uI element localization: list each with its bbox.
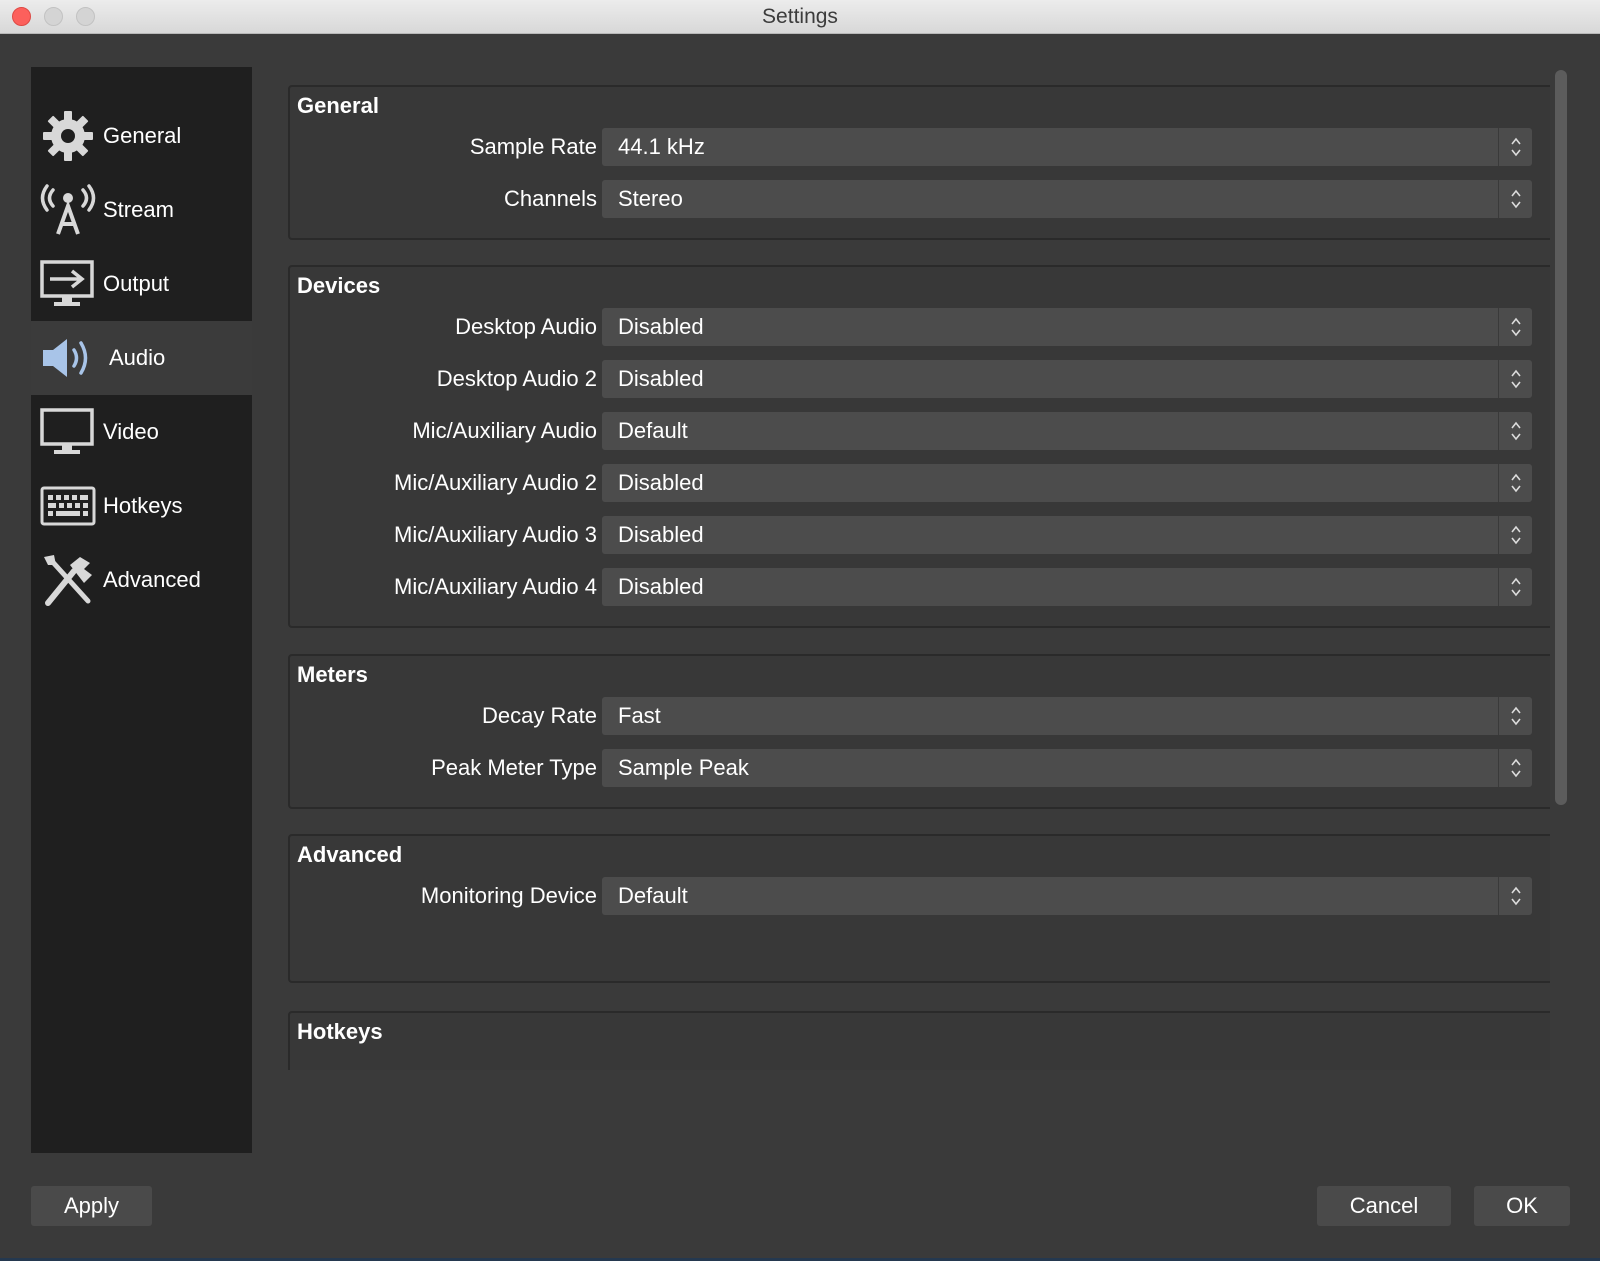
updown-chevron-icon [1498, 464, 1532, 502]
sample-rate-value: 44.1 kHz [618, 134, 705, 159]
speaker-icon [40, 330, 96, 386]
mic-aux-audio-4-value: Disabled [618, 574, 704, 599]
gear-icon [40, 108, 96, 164]
hotkeys-group: Hotkeys [288, 1011, 1550, 1070]
monitor-icon [40, 404, 96, 460]
updown-chevron-icon [1498, 360, 1532, 398]
sample-rate-select[interactable]: 44.1 kHz [602, 128, 1532, 166]
devices-group: Devices Desktop Audio Disabled Desktop A… [288, 265, 1550, 628]
vertical-scrollbar[interactable] [1553, 70, 1569, 805]
keyboard-icon [40, 478, 96, 534]
mic-aux-audio-3-select[interactable]: Disabled [602, 516, 1532, 554]
peak-meter-type-label: Peak Meter Type [431, 755, 597, 780]
sidebar-item-video[interactable]: Video [31, 395, 252, 469]
sidebar-item-stream[interactable]: Stream [31, 173, 252, 247]
mic-aux-audio-3-label: Mic/Auxiliary Audio 3 [394, 522, 597, 547]
sidebar-item-label: General [103, 123, 182, 148]
settings-content: General Sample Rate 44.1 kHz Channels St… [288, 80, 1550, 1070]
meters-group: Meters Decay Rate Fast Peak Meter Type S… [288, 654, 1550, 809]
sidebar-item-advanced[interactable]: Advanced [31, 543, 252, 617]
sidebar-item-audio[interactable]: Audio [31, 321, 252, 395]
monitoring-device-value: Default [618, 883, 688, 908]
group-title: Advanced [297, 842, 403, 867]
apply-button[interactable]: Apply [31, 1186, 152, 1226]
sidebar-item-label: Video [103, 419, 159, 444]
mic-aux-audio-value: Default [618, 418, 688, 443]
mic-aux-audio-4-label: Mic/Auxiliary Audio 4 [394, 574, 597, 599]
desktop-audio-select[interactable]: Disabled [602, 308, 1532, 346]
group-title: Meters [297, 662, 368, 687]
output-monitor-icon [40, 256, 96, 312]
sidebar-item-label: Hotkeys [103, 493, 183, 518]
peak-meter-type-value: Sample Peak [618, 755, 749, 780]
sample-rate-row: Sample Rate 44.1 kHz [290, 128, 1550, 166]
group-title: Hotkeys [297, 1019, 383, 1044]
monitoring-device-select[interactable]: Default [602, 877, 1532, 915]
advanced-group: Advanced Monitoring Device Default [288, 834, 1550, 983]
mic-aux-audio-4-select[interactable]: Disabled [602, 568, 1532, 606]
decay-rate-label: Decay Rate [482, 703, 597, 728]
sample-rate-label: Sample Rate [469, 134, 597, 159]
channels-select[interactable]: Stereo [602, 180, 1532, 218]
sidebar-item-label: Output [103, 271, 170, 296]
updown-chevron-icon [1498, 516, 1532, 554]
mic-aux-audio-3-row: Mic/Auxiliary Audio 3 Disabled [290, 516, 1550, 554]
sidebar-item-hotkeys[interactable]: Hotkeys [31, 469, 252, 543]
scrollbar-thumb[interactable] [1555, 70, 1567, 805]
cancel-button[interactable]: Cancel [1317, 1186, 1451, 1226]
updown-chevron-icon [1498, 697, 1532, 735]
peak-meter-type-select[interactable]: Sample Peak [602, 749, 1532, 787]
desktop-audio-2-label: Desktop Audio 2 [436, 366, 597, 391]
sidebar-item-label: Stream [103, 197, 174, 222]
channels-label: Channels [504, 186, 597, 211]
decay-rate-value: Fast [618, 703, 661, 728]
sidebar-item-label: Advanced [103, 567, 201, 592]
mic-aux-audio-label: Mic/Auxiliary Audio [412, 418, 597, 443]
mic-aux-audio-select[interactable]: Default [602, 412, 1532, 450]
mic-aux-audio-4-row: Mic/Auxiliary Audio 4 Disabled [290, 568, 1550, 606]
general-group: General Sample Rate 44.1 kHz Channels St… [288, 85, 1550, 240]
decay-rate-row: Decay Rate Fast [290, 697, 1550, 735]
mic-aux-audio-2-select[interactable]: Disabled [602, 464, 1532, 502]
updown-chevron-icon [1498, 412, 1532, 450]
desktop-audio-2-row: Desktop Audio 2 Disabled [290, 360, 1550, 398]
settings-sidebar: General Stream Output Audio Video Hotkey… [31, 67, 252, 1153]
title-bar: Settings [0, 0, 1600, 34]
mic-aux-audio-2-value: Disabled [618, 470, 704, 495]
ok-button[interactable]: OK [1474, 1186, 1570, 1226]
sidebar-item-label: Audio [109, 345, 166, 370]
desktop-audio-value: Disabled [618, 314, 704, 339]
window-title: Settings [762, 5, 838, 28]
desktop-audio-2-select[interactable]: Disabled [602, 360, 1532, 398]
decay-rate-select[interactable]: Fast [602, 697, 1532, 735]
sidebar-item-output[interactable]: Output [31, 247, 252, 321]
desktop-audio-2-value: Disabled [618, 366, 704, 391]
desktop-audio-label: Desktop Audio [455, 314, 597, 339]
updown-chevron-icon [1498, 180, 1532, 218]
monitoring-device-row: Monitoring Device Default [290, 877, 1550, 915]
updown-chevron-icon [1498, 568, 1532, 606]
group-title: General [297, 93, 379, 118]
peak-meter-type-row: Peak Meter Type Sample Peak [290, 749, 1550, 787]
channels-value: Stereo [618, 186, 683, 211]
channels-row: Channels Stereo [290, 180, 1550, 218]
updown-chevron-icon [1498, 749, 1532, 787]
mic-aux-audio-row: Mic/Auxiliary Audio Default [290, 412, 1550, 450]
mic-aux-audio-3-value: Disabled [618, 522, 704, 547]
mic-aux-audio-2-row: Mic/Auxiliary Audio 2 Disabled [290, 464, 1550, 502]
updown-chevron-icon [1498, 877, 1532, 915]
sidebar-item-general[interactable]: General [31, 99, 252, 173]
desktop-audio-row: Desktop Audio Disabled [290, 308, 1550, 346]
monitoring-device-label: Monitoring Device [420, 883, 597, 908]
updown-chevron-icon [1498, 128, 1532, 166]
group-title: Devices [297, 273, 381, 298]
tools-icon [40, 552, 96, 608]
updown-chevron-icon [1498, 308, 1532, 346]
settings-window: Settings General Stream Output Audio Vid… [0, 0, 1600, 1258]
mic-aux-audio-2-label: Mic/Auxiliary Audio 2 [394, 470, 597, 495]
antenna-icon [40, 182, 96, 238]
